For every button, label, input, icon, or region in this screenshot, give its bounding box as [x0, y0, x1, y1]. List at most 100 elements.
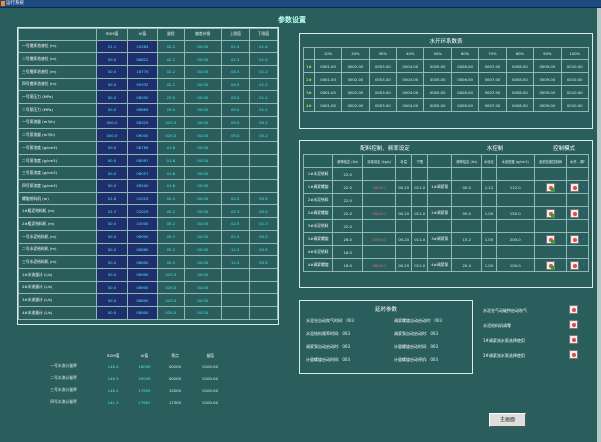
sensor-value[interactable] [220, 141, 250, 155]
flow-value[interactable]: 0100.00 [190, 396, 230, 408]
flow-value[interactable]: 17300 [160, 396, 191, 408]
sensor-value[interactable]: 00.00 [183, 141, 222, 155]
sensor-value[interactable]: 18770 [127, 64, 158, 79]
flow-value[interactable]: 146.3 [97, 372, 129, 384]
config-value[interactable]: 100.0 [495, 258, 535, 272]
sensor-value[interactable]: 05.2 [156, 229, 185, 244]
water-coef-value[interactable]: 0008.00 [505, 85, 535, 99]
water-mode-toggle[interactable] [566, 245, 589, 259]
sensor-value[interactable]: 00.0 [95, 52, 129, 66]
sensor-value[interactable] [248, 179, 279, 193]
delay-value[interactable]: 003 [430, 331, 438, 336]
density-control-toggle[interactable] [533, 232, 568, 246]
sensor-value[interactable]: 01.5 [220, 39, 250, 54]
sensor-value[interactable]: 00.0 [95, 217, 129, 231]
config-value[interactable] [451, 193, 483, 207]
sensor-value[interactable]: 00.0 [95, 293, 129, 307]
config-value[interactable] [362, 219, 397, 233]
density-control-toggle[interactable] [533, 219, 568, 233]
water-coef-value[interactable]: 0004.00 [396, 72, 425, 86]
config-value[interactable]: 011.0 [411, 232, 429, 246]
sensor-value[interactable]: 00.00 [183, 102, 222, 117]
water-coef-value[interactable]: 0001.00 [313, 85, 343, 99]
sensor-value[interactable]: 025.0 [156, 293, 185, 307]
toggle-icon[interactable] [545, 208, 555, 218]
flow-value[interactable]: 20009 [129, 372, 160, 384]
sensor-value[interactable]: 08900 [127, 229, 158, 244]
water-coef-value[interactable]: 0006.00 [450, 98, 480, 112]
sensor-value[interactable] [220, 293, 250, 307]
sensor-value[interactable]: 20584 [127, 39, 158, 54]
sensor-value[interactable]: 02.2 [156, 64, 185, 79]
config-value[interactable] [395, 245, 413, 259]
config-value[interactable]: 00.20 [395, 232, 413, 246]
sensor-value[interactable]: 025.0 [156, 305, 185, 320]
sensor-value[interactable]: 25.0 [156, 102, 185, 117]
sensor-value[interactable]: 00.0 [95, 242, 129, 257]
config-value[interactable]: 200.0 [495, 232, 535, 246]
sensor-value[interactable]: 00.0 [95, 179, 129, 193]
sensor-value[interactable]: 00.0 [95, 64, 129, 79]
flow-value[interactable]: 0100.00 [190, 384, 230, 396]
config-value[interactable] [411, 167, 429, 181]
sensor-value[interactable]: 09332 [127, 77, 158, 92]
sensor-value[interactable]: 01.5 [248, 52, 279, 66]
water-coef-value[interactable]: 0005.00 [423, 59, 452, 73]
sensor-value[interactable]: 08597 [127, 153, 158, 168]
config-value[interactable]: 15.2 [451, 232, 483, 246]
sensor-value[interactable]: 00.0 [95, 153, 129, 168]
sensor-value[interactable]: 01.6 [156, 166, 185, 181]
config-value[interactable]: 26.0 [332, 232, 364, 246]
flow-value[interactable]: 18090 [129, 360, 160, 372]
config-value[interactable]: 00.20 [395, 258, 413, 272]
sensor-value[interactable] [248, 141, 279, 155]
sensor-value[interactable]: 01.5 [220, 52, 250, 66]
config-value[interactable] [395, 193, 413, 207]
sensor-value[interactable]: 08869 [127, 102, 158, 117]
sensor-value[interactable]: 08800 [127, 293, 158, 307]
config-value[interactable]: 00.20 [395, 206, 413, 220]
toggle-icon[interactable] [545, 260, 555, 270]
sensor-value[interactable] [248, 267, 279, 282]
sensor-value[interactable]: 025.0 [156, 128, 185, 142]
sensor-value[interactable]: 11.5 [220, 242, 250, 257]
config-value[interactable] [362, 167, 397, 181]
config-value[interactable] [451, 245, 483, 259]
config-value[interactable]: 112.0 [495, 180, 535, 194]
water-coef-value[interactable]: 0006.00 [450, 85, 480, 99]
config-value[interactable] [495, 167, 535, 181]
sensor-value[interactable] [248, 280, 279, 295]
sensor-value[interactable]: 10000 [127, 217, 158, 231]
config-value[interactable]: 011.0 [411, 258, 429, 272]
water-mode-toggle[interactable]: F [566, 258, 589, 272]
sensor-value[interactable]: 09000 [127, 128, 158, 142]
sensor-value[interactable]: 00.5 [248, 255, 279, 269]
config-value[interactable] [411, 219, 429, 233]
water-coef-value[interactable]: 0008.00 [505, 72, 535, 86]
water-coef-value[interactable]: 0008.00 [505, 59, 535, 73]
sensor-value[interactable]: 02.5 [220, 217, 250, 231]
sensor-value[interactable]: 05.0 [220, 102, 250, 117]
sensor-value[interactable]: 00.0 [95, 280, 129, 295]
sensor-value[interactable] [220, 166, 250, 181]
delay-value[interactable]: 003 [430, 344, 438, 349]
sensor-value[interactable]: 02.2 [156, 52, 185, 66]
water-coef-value[interactable]: 0003.00 [368, 59, 398, 73]
sensor-value[interactable]: 00.00 [183, 90, 222, 104]
config-value[interactable] [495, 245, 535, 259]
water-coef-value[interactable]: 0005.00 [423, 72, 452, 86]
sensor-value[interactable]: 00.0 [95, 229, 129, 244]
water-coef-value[interactable]: 0003.00 [368, 85, 398, 99]
config-value[interactable]: 22.0 [332, 206, 364, 220]
config-value[interactable] [451, 219, 483, 233]
sensor-value[interactable]: 00.5 [248, 204, 279, 219]
flow-value[interactable]: 00200 [160, 360, 191, 372]
config-value[interactable] [395, 167, 413, 181]
config-value[interactable] [481, 167, 497, 181]
toggle-icon[interactable] [545, 234, 555, 244]
flow-value[interactable]: 0100.00 [190, 372, 230, 384]
water-coef-value[interactable]: 0010.00 [560, 59, 589, 73]
sensor-value[interactable]: 05.2 [156, 255, 185, 269]
sensor-value[interactable]: 08800 [127, 305, 158, 320]
delay-value[interactable]: 003 [342, 331, 350, 336]
